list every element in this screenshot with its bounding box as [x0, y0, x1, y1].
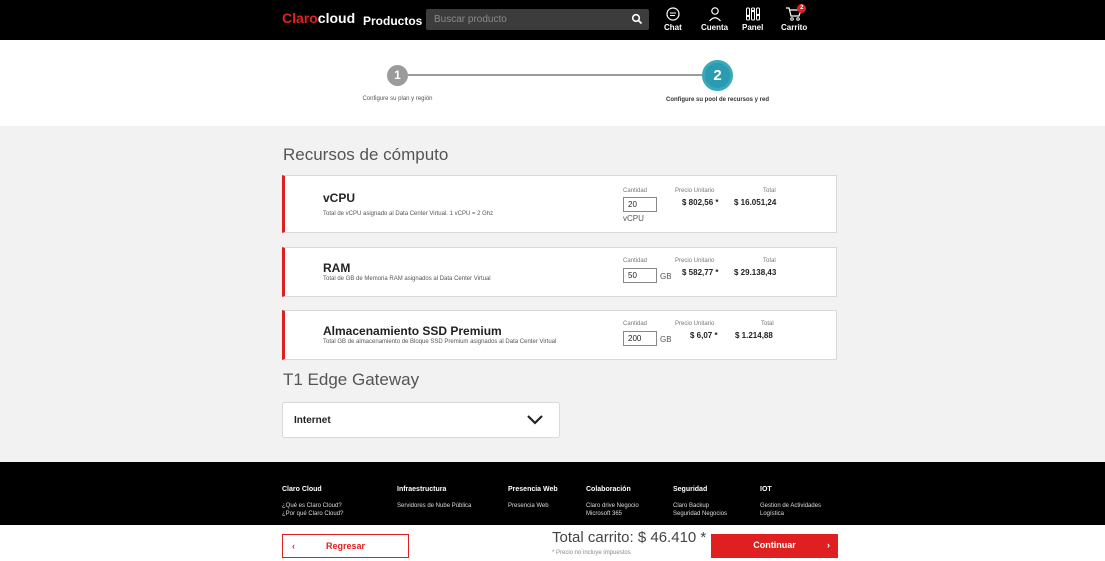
progress-stepper: 1 2 Configure su plan y región Configure… [0, 40, 1105, 126]
footer-link[interactable]: Claro drive Negocio [586, 502, 639, 510]
footer-column-iot: IOT Gestion de Actividades Logística [760, 486, 821, 518]
quantity-column-label: Cantidad [623, 258, 648, 264]
gateway-select[interactable]: Internet [282, 402, 560, 438]
footer-link[interactable]: ¿Por qué Claro Cloud? [282, 510, 343, 518]
footer-link[interactable]: Seguridad Negocios [673, 510, 727, 518]
resource-description: Total de vCPU asignado al Data Center Vi… [323, 211, 494, 217]
panel-button[interactable]: Panel [742, 6, 763, 32]
cart-count-badge: 2 [797, 4, 807, 13]
step-1-circle[interactable]: 1 [387, 65, 408, 86]
footer-link[interactable]: Servidores de Nube Pública [397, 502, 471, 510]
unit-price-value: $ 6,07 * [690, 331, 718, 340]
tax-note: * Precio no incluye impuestos [552, 550, 631, 556]
chat-label: Chat [664, 23, 682, 32]
unit-price-column-label: Precio Unitario [675, 258, 715, 264]
resource-card-ram: RAM Total de GB de Memoria RAM asignados… [282, 247, 837, 297]
unit-price-value: $ 582,77 * [682, 268, 719, 277]
step-2-circle: 2 [702, 60, 733, 91]
gateway-selected-value: Internet [294, 415, 331, 426]
checkout-bar: ‹ Regresar Total carrito: $ 46.410 * * P… [0, 525, 1105, 561]
chevron-down-icon [527, 415, 543, 425]
step-2-label: Configure su pool de recursos y red [665, 97, 770, 103]
footer-column-title: Colaboración [586, 486, 631, 493]
total-value: $ 29.138,43 [734, 268, 777, 277]
quantity-input[interactable]: 20 [623, 197, 657, 212]
quantity-input[interactable]: 200 [623, 331, 657, 346]
resource-title: vCPU [323, 191, 356, 205]
back-button[interactable]: ‹ Regresar [282, 534, 409, 558]
logo-claro-text: Claro [282, 10, 318, 26]
footer-link[interactable]: Gestion de Actividades [760, 502, 821, 510]
total-value: $ 1.214,88 [735, 331, 773, 340]
unit-price-value: $ 802,56 * [682, 198, 719, 207]
stepper-connector [408, 74, 708, 76]
unit-price-column-label: Precio Unitario [675, 321, 715, 327]
panel-icon [745, 7, 760, 21]
cart-label: Carrito [781, 23, 808, 32]
quantity-unit: vCPU [623, 214, 644, 223]
cart-total: Total carrito: $ 46.410 * [552, 529, 707, 546]
resource-card-vcpu: vCPU Total de vCPU asignado al Data Cent… [282, 175, 837, 233]
back-button-label: Regresar [325, 541, 366, 551]
step-1-label: Configure su plan y región [362, 96, 433, 102]
site-footer: Claro Cloud ¿Qué es Claro Cloud? ¿Por qu… [0, 462, 1105, 525]
logo-cloud-text: cloud [317, 10, 356, 26]
chat-icon [666, 7, 680, 21]
total-column-label: Total [761, 321, 774, 327]
footer-link[interactable]: Microsoft 365 [586, 510, 639, 518]
footer-column-title: Infraestructura [397, 486, 447, 493]
quantity-unit: GB [660, 272, 672, 281]
footer-column-colaboracion: Colaboración Claro drive Negocio Microso… [586, 486, 639, 518]
footer-link[interactable]: ¿Qué es Claro Cloud? [282, 502, 343, 510]
account-label: Cuenta [701, 23, 729, 32]
footer-column-infraestructura: Infraestructura Servidores de Nube Públi… [397, 486, 471, 510]
claro-cloud-logo[interactable]: Clarocloud [282, 10, 355, 26]
footer-column-title: IOT [760, 486, 772, 493]
total-column-label: Total [763, 258, 776, 264]
footer-column-claro-cloud: Claro Cloud ¿Qué es Claro Cloud? ¿Por qu… [282, 486, 343, 518]
footer-link[interactable]: Presencia Web [508, 502, 558, 510]
panel-label: Panel [742, 23, 764, 32]
footer-link[interactable]: Logística [760, 510, 821, 518]
footer-column-presencia-web: Presencia Web Presencia Web [508, 486, 558, 510]
quantity-column-label: Cantidad [623, 188, 648, 194]
quantity-input[interactable]: 50 [623, 268, 657, 283]
compute-section-title: Recursos de cómputo [283, 145, 449, 164]
cart-button[interactable]: 2 Carrito [781, 4, 808, 32]
resource-title: Almacenamiento SSD Premium [323, 324, 502, 338]
user-icon [708, 7, 721, 22]
products-menu[interactable]: Productos [363, 14, 422, 28]
chevron-right-icon: › [827, 540, 830, 550]
top-navbar: Clarocloud Productos Chat Cuenta [0, 0, 1105, 40]
continue-button[interactable]: Continuar › [711, 534, 838, 558]
resource-description: Total GB de almacenamiento de Bloque SSD… [323, 339, 557, 345]
unit-price-column-label: Precio Unitario [675, 188, 715, 194]
footer-column-title: Seguridad [673, 486, 708, 493]
resource-card-ssd: Almacenamiento SSD Premium Total GB de a… [282, 310, 837, 360]
quantity-column-label: Cantidad [623, 321, 648, 327]
chat-button[interactable]: Chat [664, 6, 682, 32]
total-value: $ 16.051,24 [734, 198, 777, 207]
search-input[interactable] [426, 9, 626, 30]
continue-button-label: Continuar [753, 540, 796, 550]
footer-link[interactable]: Claro Backup [673, 502, 727, 510]
search-bar [426, 9, 649, 30]
account-button[interactable]: Cuenta [701, 6, 728, 32]
main-content: Recursos de cómputo vCPU Total de vCPU a… [0, 126, 1105, 462]
search-icon[interactable] [631, 13, 643, 25]
resource-description: Total de GB de Memoria RAM asignados al … [323, 276, 491, 282]
quantity-unit: GB [660, 335, 672, 344]
footer-column-seguridad: Seguridad Claro Backup Seguridad Negocio… [673, 486, 727, 518]
gateway-section-title: T1 Edge Gateway [283, 370, 420, 389]
footer-column-title: Presencia Web [508, 486, 558, 493]
resource-title: RAM [323, 261, 351, 275]
footer-column-title: Claro Cloud [282, 486, 322, 493]
total-column-label: Total [763, 188, 776, 194]
